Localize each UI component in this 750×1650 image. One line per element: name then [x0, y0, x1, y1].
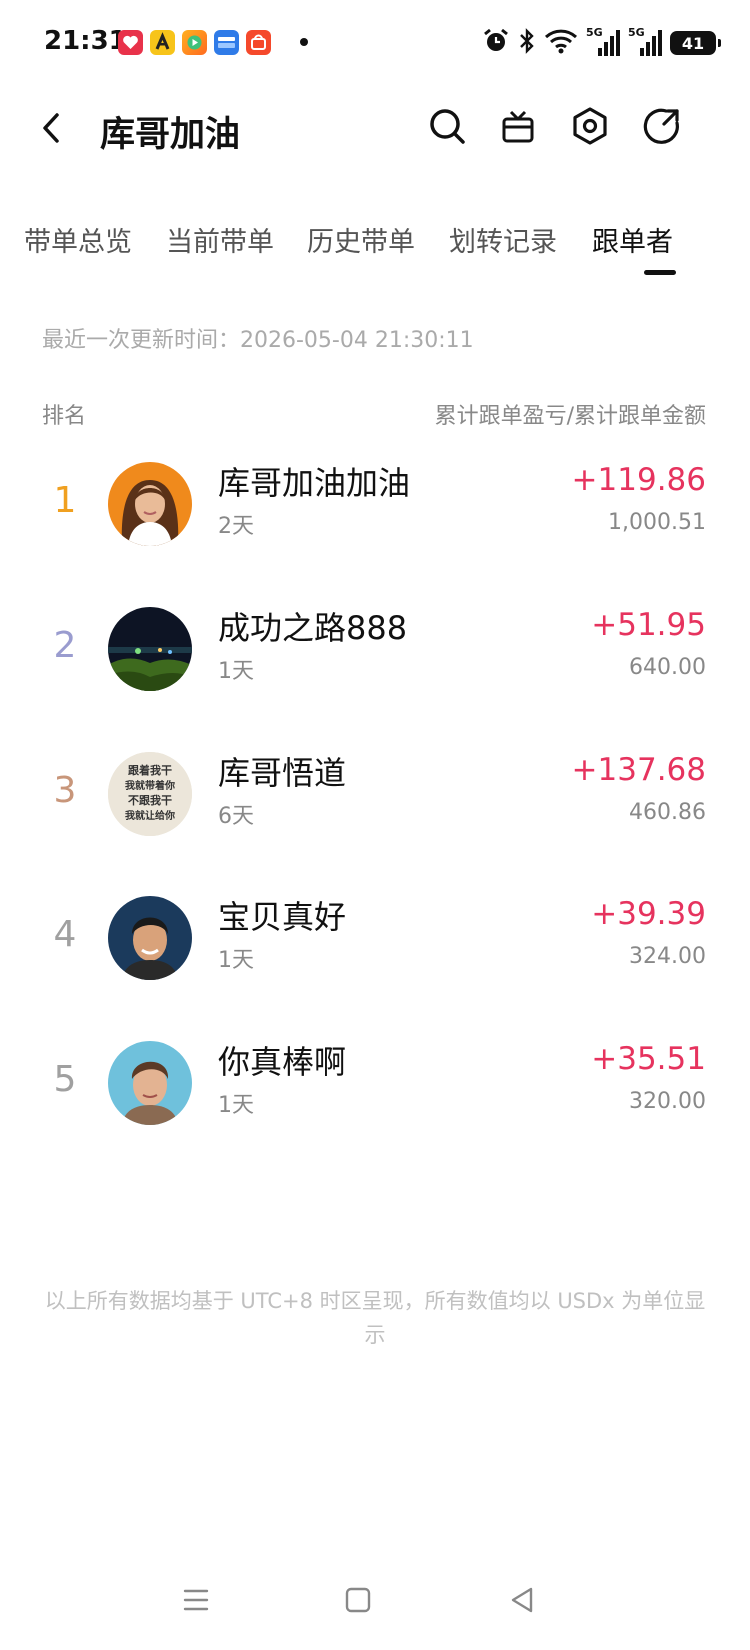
follow-duration: 6天 — [218, 804, 254, 829]
follower-row[interactable]: 4 宝贝真好 1天 +39.39 324.00 — [0, 878, 750, 998]
gift-button[interactable] — [494, 102, 542, 150]
tab-transfer-records[interactable]: 划转记录 — [449, 220, 557, 259]
header: 库哥加油 — [0, 92, 750, 172]
follower-row[interactable]: 3 跟着我干 我就带着你 不跟我干 我就让给你 库哥悟道 6天 +137.68 … — [0, 734, 750, 854]
follower-name: 成功之路888 — [218, 609, 408, 647]
nav-back-button[interactable] — [502, 1580, 542, 1620]
cumulative-amount: 1,000.51 — [608, 510, 706, 535]
follower-name: 你真棒啊 — [218, 1043, 347, 1081]
car-app-icon — [214, 30, 239, 55]
battery-level: 41 — [681, 33, 705, 53]
follower-name: 库哥加油加油 — [218, 464, 411, 502]
rank-number: 3 — [53, 770, 77, 811]
status-right-group: 5G 5G 41 — [482, 26, 721, 59]
shop-app-icon — [246, 30, 271, 55]
search-icon — [430, 109, 465, 144]
share-icon — [643, 108, 679, 144]
avatar — [108, 896, 192, 980]
page: 21:31 5G 5G 41 库哥加油 带单总览 当前带单 历史带单 划转记录 … — [0, 0, 750, 1650]
home-button[interactable] — [338, 1580, 378, 1620]
home-square-icon — [345, 1587, 371, 1613]
wifi-icon — [544, 27, 578, 59]
menu-button[interactable] — [176, 1580, 216, 1620]
follower-name: 库哥悟道 — [218, 754, 347, 792]
follow-duration: 1天 — [218, 948, 254, 973]
status-time: 21:31 — [44, 26, 127, 56]
avatar-text-line: 我就让给你 — [125, 809, 175, 822]
cumulative-amount: 320.00 — [629, 1089, 706, 1114]
avatar-text-line: 我就带着你 — [125, 779, 175, 792]
page-title: 库哥加油 — [100, 115, 241, 155]
cumulative-amount: 460.86 — [629, 800, 706, 825]
cumulative-pnl: +35.51 — [591, 1041, 706, 1077]
tab-bar: 带单总览 当前带单 历史带单 划转记录 跟单者 — [0, 220, 750, 290]
tab-followers[interactable]: 跟单者 — [592, 220, 673, 259]
cumulative-pnl: +119.86 — [571, 462, 706, 498]
menu-icon — [183, 1589, 209, 1611]
settings-hexagon-icon — [573, 107, 607, 145]
avatar — [108, 1041, 192, 1125]
system-nav-bar — [0, 1580, 750, 1630]
follow-duration: 1天 — [218, 1093, 254, 1118]
network-type-label: 5G — [628, 26, 645, 39]
avatar — [108, 607, 192, 691]
follower-name: 宝贝真好 — [218, 898, 347, 936]
cumulative-pnl: +137.68 — [571, 752, 706, 788]
rank-number: 4 — [53, 914, 77, 955]
search-button[interactable] — [423, 102, 471, 150]
settings-button[interactable] — [566, 102, 614, 150]
active-tab-indicator — [644, 270, 676, 275]
tab-current-orders[interactable]: 当前带单 — [166, 220, 274, 259]
cumulative-pnl: +51.95 — [591, 607, 706, 643]
back-button[interactable] — [30, 106, 74, 150]
follower-row[interactable]: 2 成功之路888 1天 +51.95 640.00 — [0, 589, 750, 709]
follower-row[interactable]: 1 库哥加油加油 2天 +119.86 1,000.51 — [0, 444, 750, 564]
battery-icon: 41 — [670, 31, 721, 55]
rank-number: 1 — [53, 480, 77, 521]
gift-icon — [502, 110, 534, 143]
alarm-icon — [482, 27, 510, 59]
follower-row[interactable]: 5 你真棒啊 1天 +35.51 320.00 — [0, 1023, 750, 1143]
rank-number: 2 — [53, 625, 77, 666]
cumulative-pnl: +39.39 — [591, 896, 706, 932]
rank-number: 5 — [53, 1059, 77, 1100]
table-header: 排名 累计跟单盈亏/累计跟单金额 — [42, 398, 706, 438]
play-app-icon — [182, 30, 207, 55]
back-triangle-icon — [511, 1587, 533, 1613]
bluetooth-icon — [518, 27, 536, 59]
signal-icon: 5G — [586, 26, 620, 58]
share-button[interactable] — [638, 102, 686, 150]
avatar-text-line: 跟着我干 — [128, 763, 172, 777]
update-time: 最近一次更新时间：2026-05-04 21:30:11 — [42, 328, 474, 353]
follow-duration: 1天 — [218, 659, 254, 684]
footer-note: 以上所有数据均基于 UTC+8 时区呈现，所有数值均以 USDx 为单位显示 — [44, 1289, 706, 1347]
avatar — [108, 462, 192, 546]
notification-dot — [300, 38, 308, 46]
column-header-rank: 排名 — [42, 404, 87, 429]
avatar-text-line: 不跟我干 — [128, 793, 172, 807]
status-bar: 21:31 5G 5G 41 — [0, 0, 750, 88]
tab-overview[interactable]: 带单总览 — [24, 220, 132, 259]
love-app-icon — [118, 30, 143, 55]
column-header-pnl: 累计跟单盈亏/累计跟单金额 — [434, 404, 706, 429]
back-arrow-icon — [43, 113, 59, 143]
tab-history-orders[interactable]: 历史带单 — [307, 220, 415, 259]
follow-duration: 2天 — [218, 514, 254, 539]
signal-icon: 5G — [628, 26, 662, 58]
avatar: 跟着我干 我就带着你 不跟我干 我就让给你 — [108, 752, 192, 836]
cumulative-amount: 640.00 — [629, 655, 706, 680]
cumulative-amount: 324.00 — [629, 944, 706, 969]
a-app-icon — [150, 30, 175, 55]
network-type-label: 5G — [586, 26, 603, 39]
